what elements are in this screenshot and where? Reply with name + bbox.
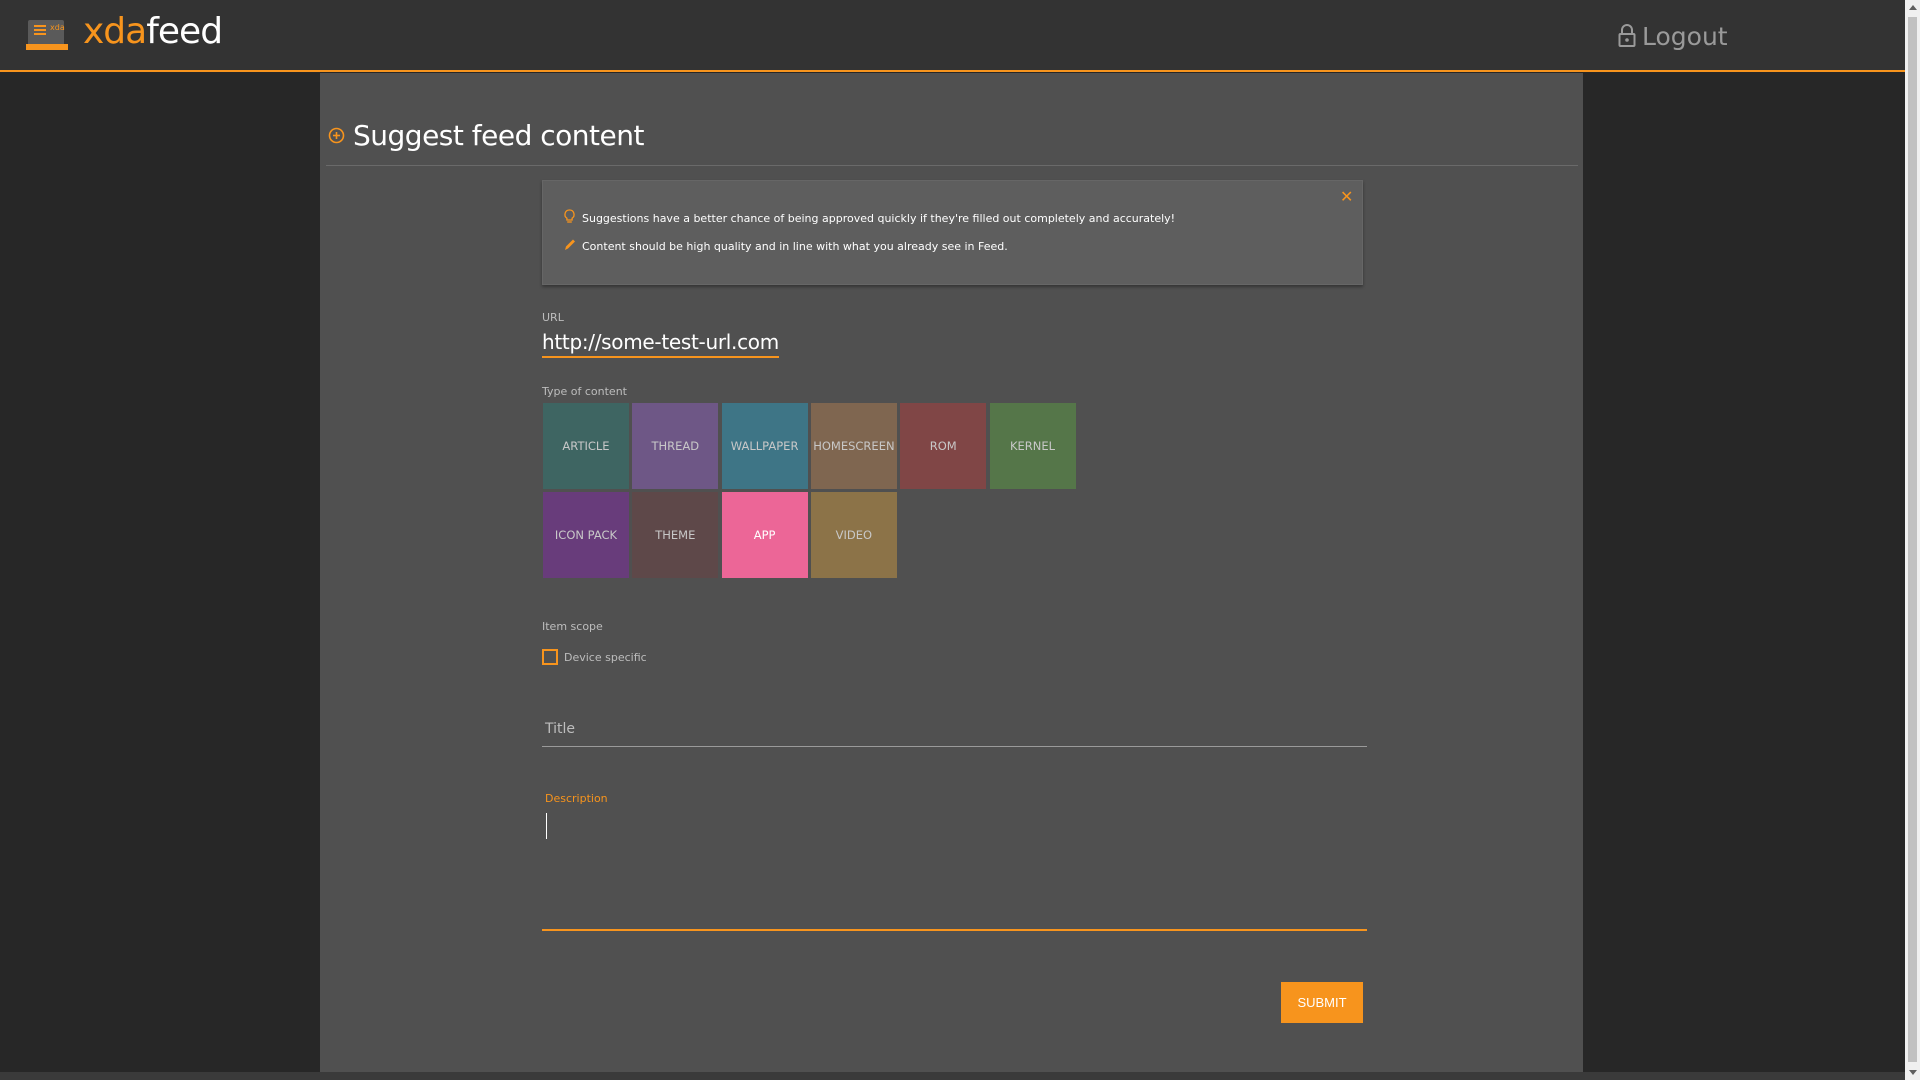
main-panel: Suggest feed content ✕ Suggestions have … bbox=[320, 73, 1583, 1072]
logo-text-xda: xda bbox=[83, 11, 147, 52]
type-of-content-label: Type of content bbox=[542, 385, 627, 398]
scroll-down-icon[interactable] bbox=[1909, 1070, 1917, 1075]
url-label: URL bbox=[542, 311, 564, 324]
plus-circle-icon bbox=[328, 127, 345, 144]
logout-button[interactable]: Logout bbox=[1618, 20, 1728, 52]
text-caret bbox=[546, 813, 547, 839]
lightbulb-icon bbox=[564, 209, 575, 223]
logout-label: Logout bbox=[1642, 21, 1728, 51]
description-textarea[interactable] bbox=[542, 808, 1367, 931]
content-type-tile-homescreen[interactable]: HOMESCREEN bbox=[810, 403, 897, 489]
info-line-tip: Suggestions have a better chance of bein… bbox=[563, 209, 1175, 225]
title-divider bbox=[326, 165, 1578, 166]
page-title-text: Suggest feed content bbox=[353, 119, 644, 152]
content-type-tile-icon-pack[interactable]: ICON PACK bbox=[543, 492, 629, 579]
xda-logo-icon[interactable]: xda bbox=[26, 18, 68, 52]
bottom-strip bbox=[0, 1072, 1905, 1080]
title-placeholder: Title bbox=[545, 721, 576, 737]
title-input[interactable]: Title bbox=[542, 713, 1367, 747]
content-type-tile-theme[interactable]: THEME bbox=[632, 492, 719, 579]
content-type-tile-rom[interactable]: ROM bbox=[900, 403, 987, 489]
close-icon[interactable]: ✕ bbox=[1340, 187, 1353, 206]
device-specific-label: Device specific bbox=[564, 651, 647, 664]
device-specific-checkbox[interactable] bbox=[542, 649, 558, 665]
info-line-quality: Content should be high quality and in li… bbox=[563, 237, 1008, 253]
item-scope-label: Item scope bbox=[542, 620, 603, 633]
info-text-1: Suggestions have a better chance of bein… bbox=[582, 212, 1176, 225]
content-type-tile-thread[interactable]: THREAD bbox=[632, 403, 719, 489]
content-type-tile-kernel[interactable]: KERNEL bbox=[989, 403, 1076, 489]
url-input[interactable]: http://some-test-url.com bbox=[542, 330, 779, 358]
page-title: Suggest feed content bbox=[328, 119, 644, 152]
description-label: Description bbox=[545, 792, 608, 805]
info-text-2: Content should be high quality and in li… bbox=[582, 240, 1008, 253]
content-type-tile-video[interactable]: VIDEO bbox=[810, 492, 897, 579]
content-type-tile-app[interactable]: APP bbox=[721, 492, 808, 579]
content-type-tile-wallpaper[interactable]: WALLPAPER bbox=[721, 403, 808, 489]
vertical-scrollbar[interactable] bbox=[1905, 0, 1920, 1080]
top-bar: xda xdafeed Logout bbox=[0, 0, 1905, 72]
app-logo-text[interactable]: xdafeed bbox=[83, 11, 223, 52]
scroll-up-icon[interactable] bbox=[1909, 5, 1917, 10]
logo-text-feed: feed bbox=[146, 11, 223, 52]
pencil-icon bbox=[565, 239, 575, 250]
logo-badge-text: xda bbox=[50, 23, 65, 32]
submit-button[interactable]: SUBMIT bbox=[1281, 982, 1363, 1023]
scrollbar-thumb[interactable] bbox=[1908, 17, 1917, 1062]
info-box: ✕ Suggestions have a better chance of be… bbox=[542, 180, 1363, 285]
content-type-tile-article[interactable]: ARTICLE bbox=[543, 403, 629, 489]
lock-icon bbox=[1618, 24, 1636, 47]
